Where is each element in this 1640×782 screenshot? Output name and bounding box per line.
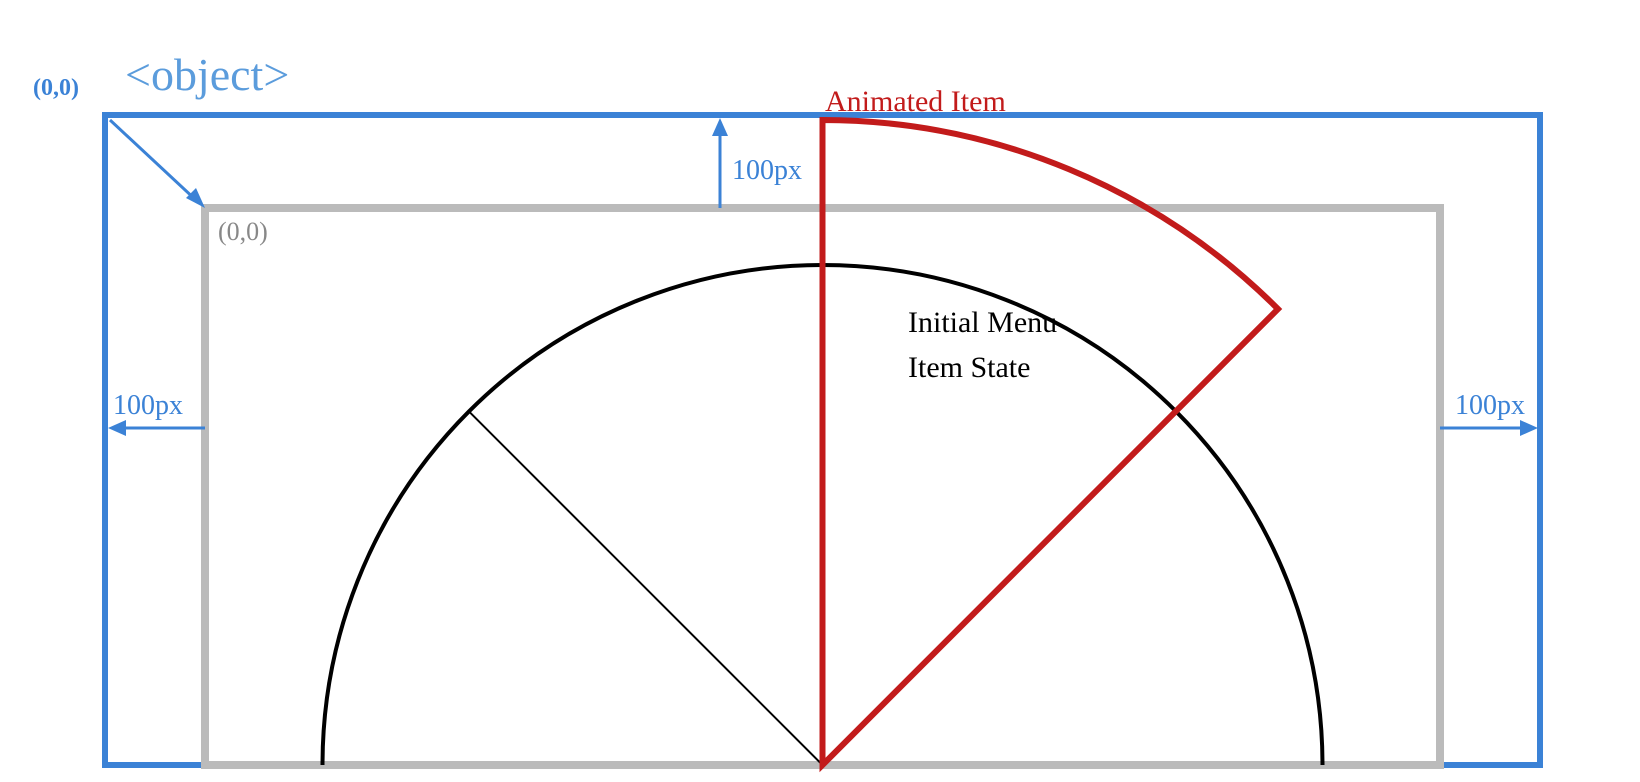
origin-outer-label: (0,0) xyxy=(33,75,79,102)
left-padding-label: 100px xyxy=(113,390,183,422)
animated-item-label: Animated Item xyxy=(825,85,1006,119)
top-padding-arrow xyxy=(712,118,728,208)
initial-state-label: Initial Menu Item State xyxy=(908,300,1057,390)
origin-arrow xyxy=(110,120,205,208)
svg-diagram xyxy=(80,50,1560,770)
origin-inner-label: (0,0) xyxy=(218,217,268,247)
object-tag-label: <object> xyxy=(125,48,289,101)
animated-slice xyxy=(823,120,1279,765)
right-padding-label: 100px xyxy=(1455,390,1525,422)
right-padding-arrow xyxy=(1440,420,1538,436)
left-padding-arrow xyxy=(108,420,205,436)
top-padding-label: 100px xyxy=(732,155,802,187)
